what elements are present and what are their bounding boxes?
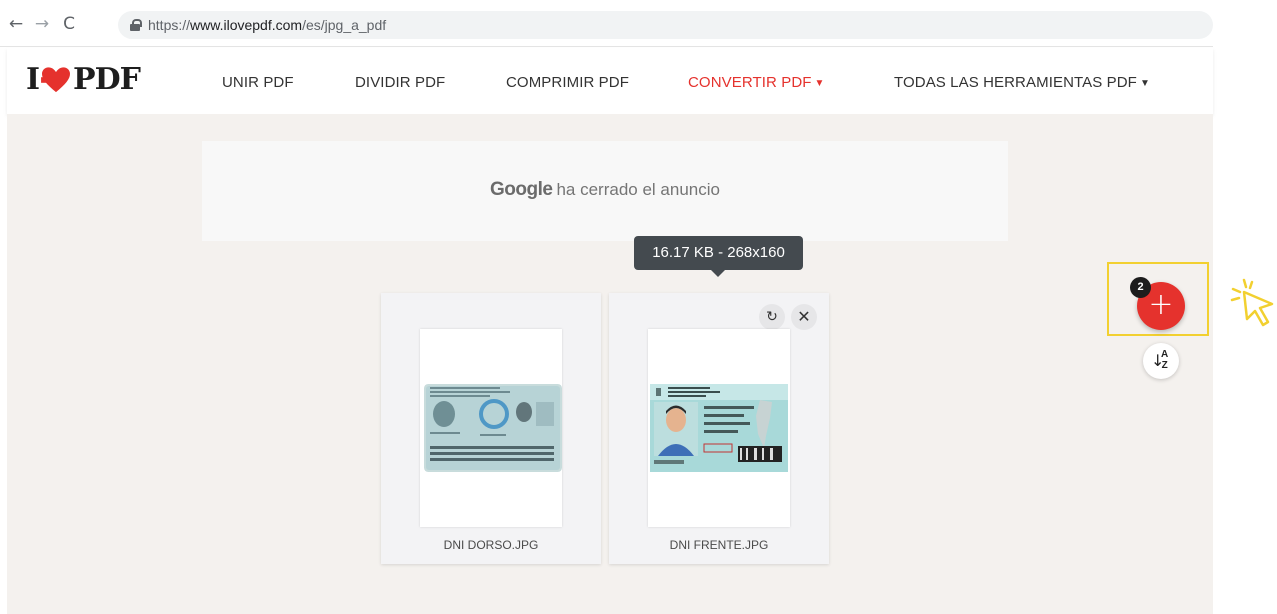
heart-logo-icon <box>41 66 71 92</box>
chevron-down-icon: ▼ <box>814 78 825 89</box>
nav-convertir-pdf[interactable]: CONVERTIR PDF ▼ <box>688 74 825 91</box>
back-arrow-icon[interactable]: ← <box>7 15 25 33</box>
nav-dividir-pdf[interactable]: DIVIDIR PDF <box>355 74 445 91</box>
id-back-image <box>424 384 562 472</box>
sort-az-icon: AZ <box>1161 349 1169 371</box>
page-thumbnail[interactable] <box>648 329 790 527</box>
site-header: I PDF UNIR PDF DIVIDIR PDF COMPRIMIR PDF… <box>7 48 1213 114</box>
file-count-badge: 2 <box>1130 277 1151 298</box>
id-front-image <box>650 384 788 472</box>
logo-text-right: PDF <box>73 62 141 97</box>
url-text[interactable]: https://www.ilovepdf.com/es/jpg_a_pdf <box>148 17 386 33</box>
logo-text-left: I <box>26 62 40 97</box>
file-info-tooltip: 16.17 KB - 268x160 <box>634 236 803 277</box>
nav-unir-pdf[interactable]: UNIR PDF <box>222 74 294 91</box>
file-card[interactable]: ↻ ✕ DNI FRENTE.JPG <box>609 293 829 564</box>
chevron-down-icon: ▼ <box>1139 78 1150 89</box>
plus-icon: + <box>1148 287 1174 322</box>
file-name: DNI FRENTE.JPG <box>669 538 769 552</box>
page-thumbnail[interactable] <box>420 329 562 527</box>
nav-todas-herramientas[interactable]: TODAS LAS HERRAMIENTAS PDF ▼ <box>894 74 1150 91</box>
reload-icon[interactable]: C <box>60 15 78 33</box>
nav-comprimir-pdf[interactable]: COMPRIMIR PDF <box>506 74 629 91</box>
workspace: Google ha cerrado el anuncio 16.17 KB - 2… <box>7 114 1213 614</box>
rotate-icon[interactable]: ↻ <box>759 304 785 330</box>
ad-closed-banner: Google ha cerrado el anuncio <box>202 141 1008 241</box>
close-icon[interactable]: ✕ <box>791 304 817 330</box>
url-scheme: https:// <box>148 17 191 33</box>
sort-az-button[interactable]: ↓ AZ <box>1143 343 1179 379</box>
address-bar[interactable]: https://www.ilovepdf.com/es/jpg_a_pdf <box>118 11 1213 39</box>
url-path: /es/jpg_a_pdf <box>302 17 387 33</box>
browser-toolbar: ← → C https://www.ilovepdf.com/es/jpg_a_… <box>0 0 1213 47</box>
google-brand: Google <box>490 179 553 200</box>
file-card[interactable]: DNI DORSO.JPG <box>381 293 601 564</box>
file-name: DNI DORSO.JPG <box>443 538 539 552</box>
forward-arrow-icon[interactable]: → <box>33 15 51 33</box>
url-host: www.ilovepdf.com <box>190 17 303 33</box>
cursor-click-icon <box>1230 278 1274 327</box>
site-logo[interactable]: I PDF <box>26 62 141 97</box>
ad-message: ha cerrado el anuncio <box>556 180 720 199</box>
lock-icon <box>130 19 142 31</box>
